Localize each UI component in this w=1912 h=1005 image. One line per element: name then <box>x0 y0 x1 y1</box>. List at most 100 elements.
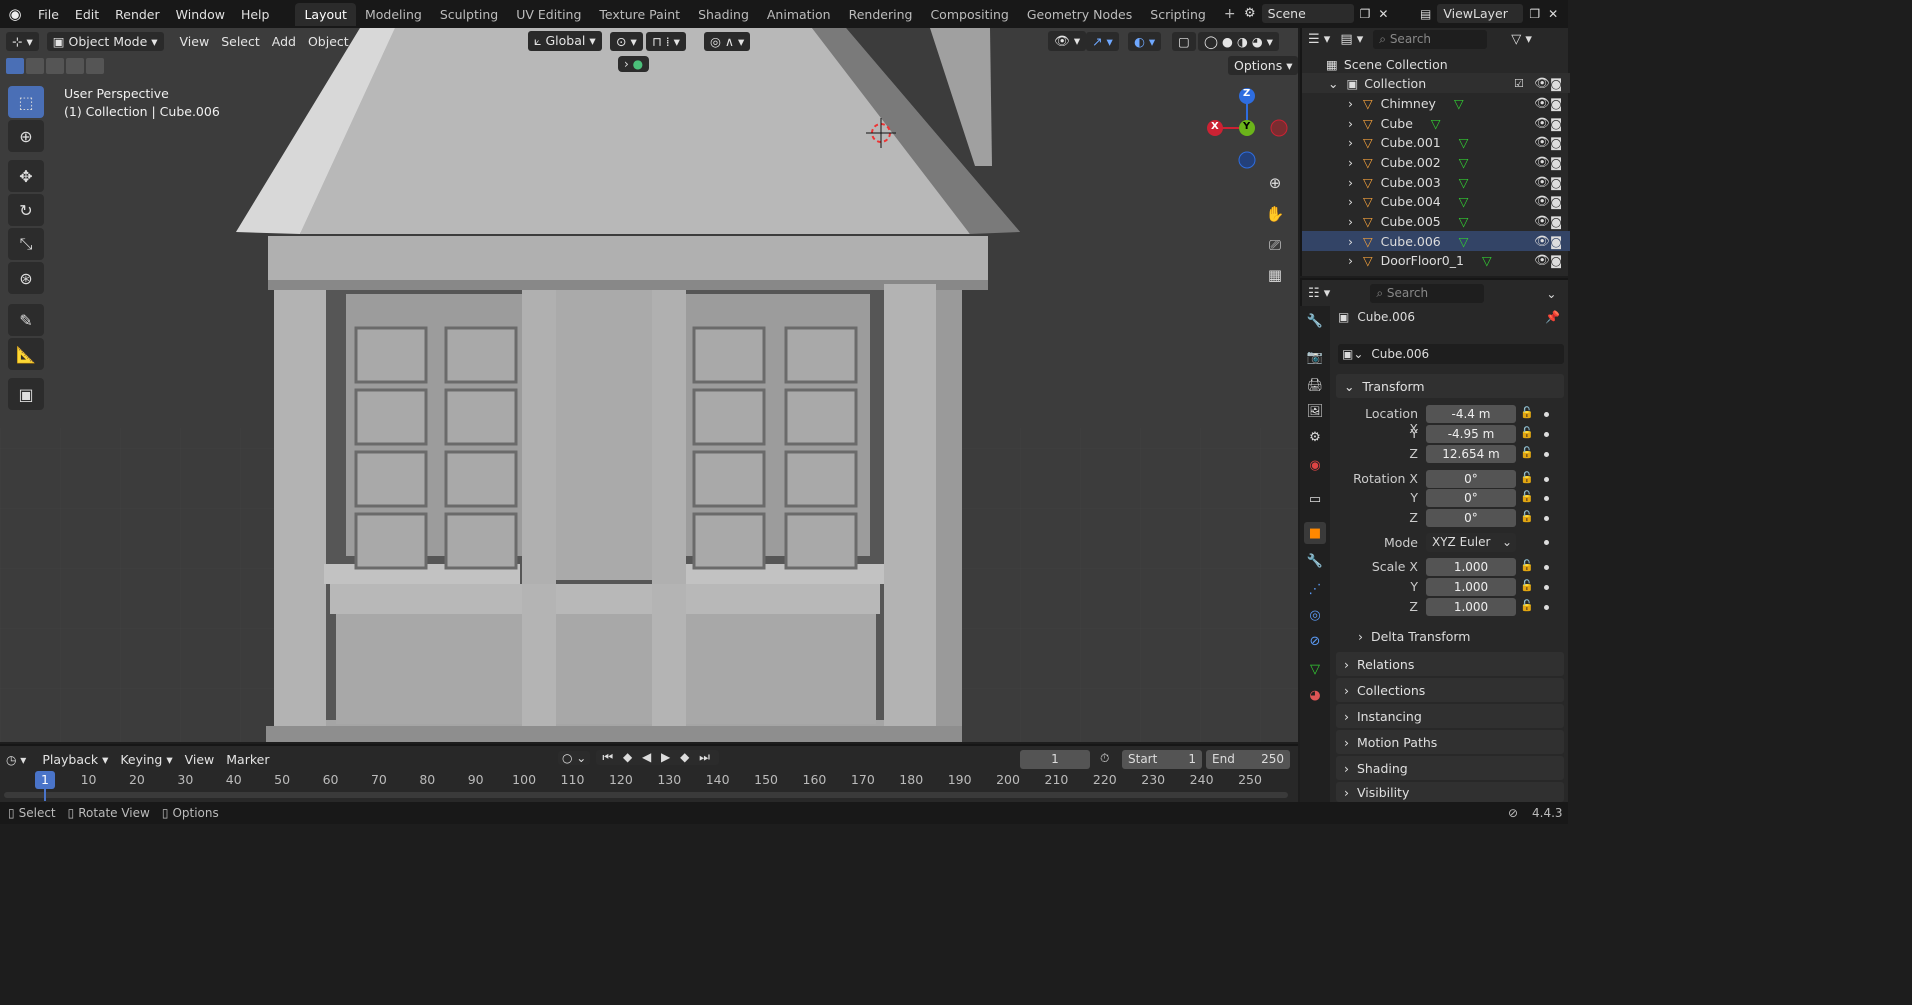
outliner-item[interactable]: › ▽ Cube.004 ▽ 👁 ◙ <box>1302 191 1570 211</box>
delete-scene-icon[interactable]: ✕ <box>1378 7 1388 21</box>
tab-texture-paint[interactable]: Texture Paint <box>590 3 689 26</box>
delta-transform-subpanel[interactable]: › Delta Transform <box>1358 629 1470 644</box>
keyframe-dot-icon[interactable] <box>1544 452 1549 457</box>
properties-search[interactable]: ⌕ Search <box>1370 284 1485 303</box>
visibility-eye-icon[interactable]: 👁 <box>1534 154 1550 170</box>
rotation-y-field[interactable]: 0° <box>1426 489 1516 507</box>
outliner-item[interactable]: › ▽ Cube.005 ▽ 👁 ◙ <box>1302 211 1570 231</box>
overlay-toggle[interactable]: ◐ ▾ <box>1128 31 1162 51</box>
delete-viewlayer-icon[interactable]: ✕ <box>1548 7 1558 21</box>
zoom-icon[interactable]: ⊕ <box>1262 170 1288 196</box>
collection-tab-icon[interactable]: ▭ <box>1304 488 1326 510</box>
lock-icon[interactable]: 🔓 <box>1520 599 1534 612</box>
outliner-search[interactable]: ⌕ Search <box>1373 30 1488 49</box>
keyframe-dot-icon[interactable] <box>1544 605 1549 610</box>
expand-arrow-icon[interactable]: › <box>1348 155 1353 170</box>
menu-window[interactable]: Window <box>168 7 233 22</box>
visibility-eye-icon[interactable]: 👁 <box>1534 115 1550 131</box>
mesh-data-icon[interactable]: ▽ <box>1454 96 1464 111</box>
visibility-dropdown[interactable]: 👁 ▾ <box>1048 31 1087 51</box>
menu-render[interactable]: Render <box>107 7 168 22</box>
menu-help[interactable]: Help <box>233 7 278 22</box>
include-checkbox[interactable]: ☑ <box>1514 77 1524 90</box>
lock-icon[interactable]: 🔓 <box>1520 406 1534 419</box>
panel-collections[interactable]: › Collections <box>1336 678 1564 702</box>
expand-arrow-icon[interactable]: › <box>1348 116 1353 131</box>
location-z-field[interactable]: 12.654 m <box>1426 445 1516 463</box>
timeline-scrubber[interactable] <box>4 792 1288 798</box>
render-camera-icon[interactable]: ◙ <box>1550 214 1562 229</box>
mesh-data-icon[interactable]: ▽ <box>1431 116 1441 131</box>
timeline-editor-icon[interactable]: ◷ ▾ <box>6 753 26 767</box>
render-camera-icon[interactable]: ◙ <box>1550 96 1562 111</box>
render-camera-icon[interactable]: ◙ <box>1550 116 1562 131</box>
mesh-data-icon[interactable]: ▽ <box>1459 155 1469 170</box>
playback-controls[interactable]: ⏮ ◆ ◀ ▶ ◆ ⏭ <box>596 750 719 765</box>
view-layer-tab-icon[interactable]: 🖼 <box>1304 400 1326 422</box>
shading-modes[interactable]: ◯ ● ◑ ◕ ▾ <box>1198 31 1279 51</box>
gizmo-toggle[interactable]: ↗ ▾ <box>1086 31 1119 51</box>
rotate-tool[interactable]: ↻ <box>8 194 44 226</box>
navigation-gizmo[interactable]: Z X Y <box>1200 84 1296 174</box>
outliner-item[interactable]: › ▽ Cube.002 ▽ 👁 ◙ <box>1302 152 1570 172</box>
datablock-field[interactable]: ▣⌄ Cube.006 <box>1338 344 1564 364</box>
particles-tab-icon[interactable]: ⋰ <box>1304 578 1326 600</box>
expand-arrow-icon[interactable]: › <box>1348 234 1353 249</box>
data-tab-icon[interactable]: ▽ <box>1304 658 1326 680</box>
properties-editor-icon[interactable]: ☷ ▾ <box>1308 286 1330 301</box>
pivot-dropdown[interactable]: ⊙ ▾ <box>610 31 643 51</box>
visibility-eye-icon[interactable]: 👁 <box>1534 213 1550 229</box>
transform-tool[interactable]: ⊛ <box>8 262 44 294</box>
mesh-data-icon[interactable]: ▽ <box>1459 234 1469 249</box>
tab-sculpting[interactable]: Sculpting <box>431 3 507 26</box>
visibility-eye-icon[interactable]: 👁 <box>1534 233 1550 249</box>
tab-shading[interactable]: Shading <box>689 3 758 26</box>
tool-settings-expand[interactable]: › ● <box>618 56 650 72</box>
render-camera-icon[interactable]: ◙ <box>1550 175 1562 190</box>
modifier-tab-icon[interactable]: 🔧 <box>1304 550 1326 572</box>
expand-arrow-icon[interactable]: › <box>1348 96 1353 111</box>
panel-shading[interactable]: › Shading <box>1336 756 1564 780</box>
panel-motion-paths[interactable]: › Motion Paths <box>1336 730 1564 754</box>
scale-y-field[interactable]: 1.000 <box>1426 578 1516 596</box>
material-tab-icon[interactable]: ◕ <box>1304 684 1326 706</box>
mesh-data-icon[interactable]: ▽ <box>1482 253 1492 268</box>
measure-tool[interactable]: 📐 <box>8 338 44 370</box>
xray-toggle[interactable]: ▢ <box>1172 31 1196 51</box>
keying-menu[interactable]: Keying ▾ <box>114 750 178 769</box>
world-tab-icon[interactable]: ◉ <box>1304 454 1326 476</box>
tab-compositing[interactable]: Compositing <box>921 3 1017 26</box>
annotate-tool[interactable]: ✎ <box>8 304 44 336</box>
lock-icon[interactable]: 🔓 <box>1520 471 1534 484</box>
outliner-item[interactable]: › ▽ DoorFloor0_1 ▽ 👁 ◙ <box>1302 250 1570 270</box>
tab-rendering[interactable]: Rendering <box>840 3 922 26</box>
tool-tab-icon[interactable]: 🔧 <box>1304 310 1326 332</box>
output-tab-icon[interactable]: 🖨 <box>1304 374 1326 396</box>
new-scene-icon[interactable]: ❐ <box>1360 7 1371 21</box>
object-mode-dropdown[interactable]: ▣ Object Mode ▾ <box>46 31 164 51</box>
record-icon[interactable]: ○ ⌄ <box>558 750 591 765</box>
keyframe-dot-icon[interactable] <box>1544 432 1549 437</box>
mesh-data-icon[interactable]: ▽ <box>1459 135 1469 150</box>
selection-mode-buttons[interactable] <box>6 58 104 74</box>
location-y-field[interactable]: -4.95 m <box>1426 425 1516 443</box>
expand-icon[interactable]: ⌄ <box>1328 76 1338 91</box>
scene-icon[interactable]: ⚙ <box>1244 6 1256 21</box>
outliner-item[interactable]: › ▽ Cube.006 ▽ 👁 ◙ <box>1302 231 1570 251</box>
move-tool[interactable]: ✥ <box>8 160 44 192</box>
expand-arrow-icon[interactable]: › <box>1348 175 1353 190</box>
viewlayer-icon[interactable]: ▤ <box>1420 7 1431 21</box>
menu-file[interactable]: File <box>30 7 67 22</box>
visibility-eye-icon[interactable]: 👁 <box>1534 174 1550 190</box>
lock-icon[interactable]: 🔓 <box>1520 510 1534 523</box>
expand-arrow-icon[interactable]: › <box>1348 135 1353 150</box>
filter-icon[interactable]: ▽ ▾ <box>1511 32 1532 47</box>
render-camera-icon[interactable]: ◙ <box>1550 155 1562 170</box>
clock-icon[interactable]: ⏱ <box>1100 751 1109 766</box>
panel-visibility[interactable]: › Visibility <box>1336 782 1564 802</box>
rotation-mode-dropdown[interactable]: XYZ Euler ⌄ <box>1426 533 1516 552</box>
rotation-x-field[interactable]: 0° <box>1426 470 1516 488</box>
visibility-eye-icon[interactable]: 👁 <box>1534 95 1550 111</box>
outliner-item[interactable]: › ▽ Cube.003 ▽ 👁 ◙ <box>1302 172 1570 192</box>
location-x-field[interactable]: -4.4 m <box>1426 405 1516 423</box>
